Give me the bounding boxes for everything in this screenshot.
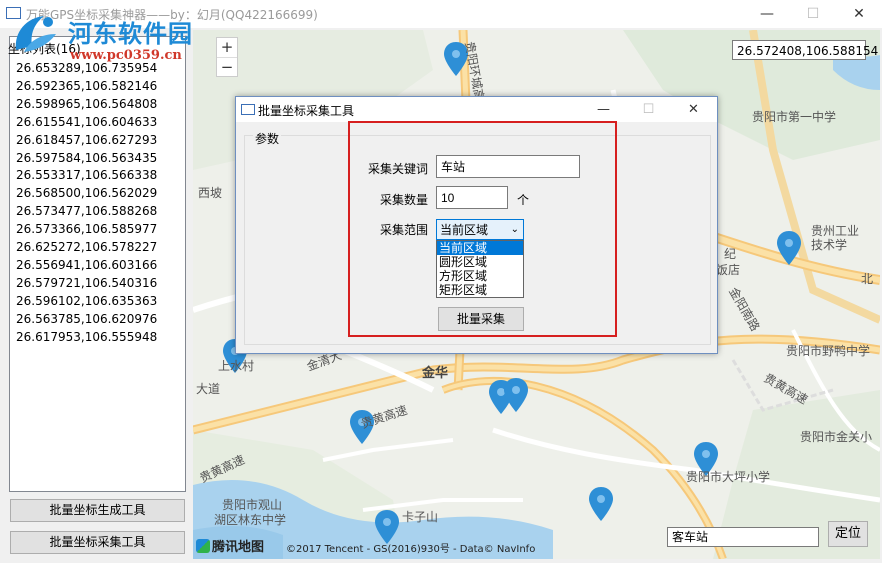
map-label: 北 [861,272,874,286]
count-input[interactable] [436,186,508,209]
keyword-label: 采集关键词 [368,162,429,176]
close-button[interactable]: ✕ [836,0,882,28]
list-item[interactable]: 26.573366,106.585977 [16,221,157,239]
dialog-window-icon [241,104,255,115]
map-copyright: ©2017 Tencent - GS(2016)930号 - Data© Nav… [286,544,536,555]
tencent-logo-icon [196,539,210,553]
list-item[interactable]: 26.568500,106.562029 [16,185,157,203]
app-window-icon [6,7,21,19]
parameters-group-label: 参数 [253,130,282,147]
list-item[interactable]: 26.553317,106.566338 [16,167,157,185]
map-label: 上水村 [218,359,255,373]
zoom-out-button[interactable]: − [217,58,237,77]
list-item[interactable]: 26.617953,106.555948 [16,329,157,347]
map-marker[interactable] [588,487,614,523]
map-label: 饭店 [716,263,741,277]
title-bar: 万能GPS坐标采集神器——by：幻月(QQ422166699) — ☐ ✕ [0,0,882,28]
coordinate-display[interactable]: 26.572408,106.588154 [732,40,878,60]
list-item[interactable]: 26.596102,106.635363 [16,293,157,311]
batch-generate-button[interactable]: 批量坐标生成工具 [10,499,185,522]
zoom-control: + − [216,37,238,77]
list-item[interactable]: 26.625272,106.578227 [16,239,157,257]
range-option[interactable]: 方形区域 [437,269,523,283]
list-item[interactable]: 26.597584,106.563435 [16,150,157,168]
map-label: 技术学 [811,238,848,252]
map-label: 贵阳市野鸭中学 [786,344,871,358]
map-label: 贵阳市大坪小学 [686,470,771,484]
list-item[interactable]: 26.653289,106.735954 [16,60,157,78]
range-dropdown: 当前区域 圆形区域 方形区域 矩形区域 [436,240,524,298]
range-option[interactable]: 矩形区域 [437,283,523,297]
coordinate-list-header: 坐标列表(16) [8,42,81,56]
list-item[interactable]: 26.618457,106.627293 [16,132,157,150]
minimize-button[interactable]: — [744,0,790,28]
map-label: 卡子山 [402,510,439,524]
coordinate-list-items: 26.653289,106.735954 26.592365,106.582146… [16,60,157,347]
batch-collect-button[interactable]: 批量采集 [438,307,524,331]
list-item[interactable]: 26.615541,106.604633 [16,114,157,132]
range-select-value: 当前区域 [440,223,489,237]
tencent-map-logo: 腾讯地图 [196,536,264,555]
batch-collect-dialog: 批量坐标采集工具 — ☐ ✕ 参数 采集关键词 采集数量 个 采集范围 当前区域… [235,96,718,354]
chevron-down-icon: ⌄ [510,224,519,235]
keyword-input[interactable] [436,155,580,178]
range-label: 采集范围 [380,223,429,237]
map-label: 金华 [422,366,449,381]
list-item[interactable]: 26.579721,106.540316 [16,275,157,293]
list-item[interactable]: 26.573477,106.588268 [16,203,157,221]
map-label: 湖区林东中学 [214,513,287,527]
window-title: 万能GPS坐标采集神器——by：幻月(QQ422166699) [26,8,318,22]
map-label: 贵阳市第一中学 [752,110,837,124]
dialog-maximize-button[interactable]: ☐ [626,97,671,122]
range-option[interactable]: 当前区域 [437,241,523,255]
map-marker[interactable] [503,378,529,414]
count-unit: 个 [517,193,530,207]
count-label: 采集数量 [380,193,429,207]
range-option[interactable]: 圆形区域 [437,255,523,269]
zoom-in-button[interactable]: + [217,38,237,58]
range-select[interactable]: 当前区域 ⌄ [436,219,524,240]
search-input[interactable] [667,527,819,547]
map-label: 西坡 [198,186,223,200]
dialog-title-bar: 批量坐标采集工具 — ☐ ✕ [236,97,717,122]
map-label: 纪 [724,247,737,261]
map-marker[interactable] [776,231,802,267]
list-item[interactable]: 26.556941,106.603166 [16,257,157,275]
batch-collect-tool-button[interactable]: 批量坐标采集工具 [10,531,185,554]
dialog-title: 批量坐标采集工具 [258,104,355,118]
locate-button[interactable]: 定位 [828,521,868,547]
list-item[interactable]: 26.598965,106.564808 [16,96,157,114]
maximize-button[interactable]: ☐ [790,0,836,28]
map-label: 贵阳市金关小 [800,430,873,444]
list-item[interactable]: 26.592365,106.582146 [16,78,157,96]
list-item[interactable]: 26.563785,106.620976 [16,311,157,329]
map-label: 大道 [196,382,221,396]
dialog-minimize-button[interactable]: — [581,97,626,122]
dialog-close-button[interactable]: ✕ [671,97,716,122]
